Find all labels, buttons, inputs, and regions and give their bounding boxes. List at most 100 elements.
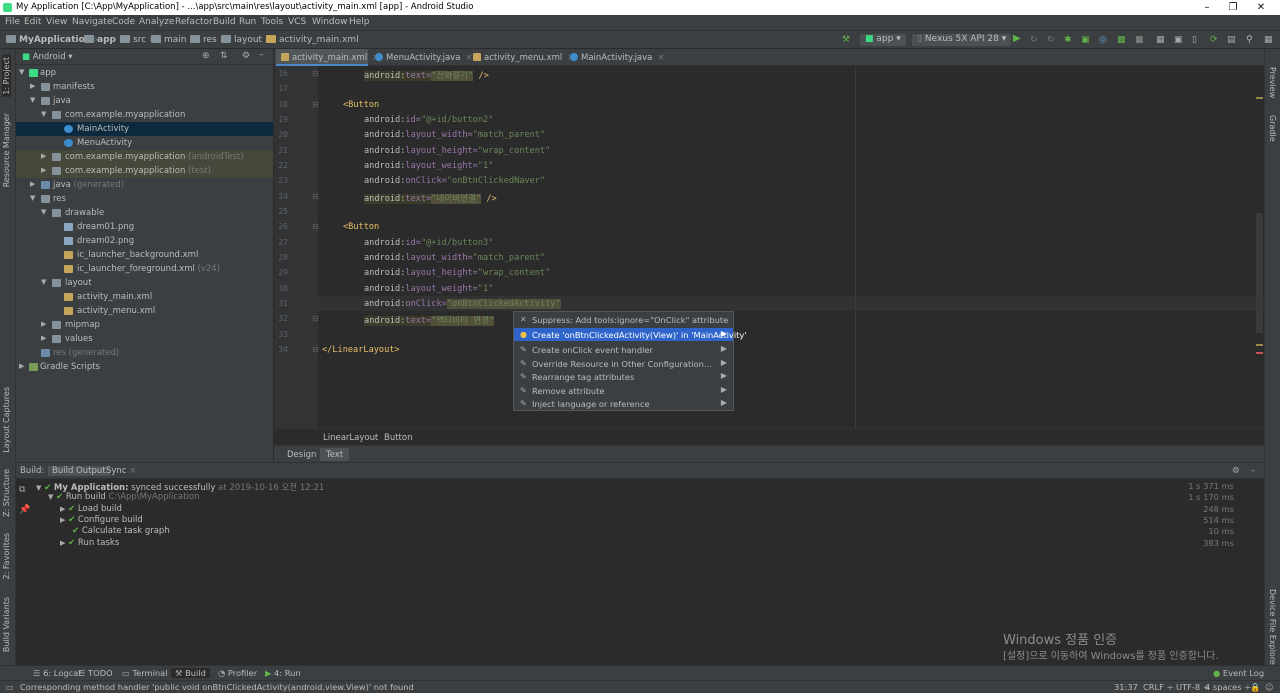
favorites-tab[interactable]: 2: Favorites	[2, 533, 11, 579]
close-icon[interactable]: ✕	[1248, 1, 1274, 14]
build-variants-tab[interactable]: Build Variants	[2, 597, 11, 652]
breadcrumb-src[interactable]: src ›	[120, 35, 153, 45]
editor-scrollbar[interactable]	[1256, 213, 1263, 333]
restore-icon[interactable]: ❐	[1220, 1, 1246, 14]
build-row-run-tasks[interactable]: ▶ ✔ Run tasks 383 ms	[60, 538, 1246, 550]
breadcrumb-main[interactable]: main ›	[151, 35, 193, 45]
tree-item-dream01[interactable]: dream01.png	[16, 220, 273, 234]
hide-icon[interactable]: –	[1251, 466, 1255, 476]
tool-build[interactable]: ⚒ Build	[171, 668, 210, 678]
gradle-tab[interactable]: Gradle	[1268, 115, 1277, 142]
search-icon[interactable]: ⚲	[1246, 35, 1253, 45]
popup-item-rearrange[interactable]: ✎ Rearrange tag attributes ▶	[514, 370, 733, 383]
breadcrumb-app[interactable]: app ›	[84, 35, 122, 45]
tab-menuactivity-java[interactable]: MenuActivity.java ×	[375, 49, 473, 66]
apply-changes-icon[interactable]: ↻	[1030, 35, 1038, 45]
tool-logcat[interactable]: ☰ 6: Logcat	[33, 668, 82, 678]
tree-item-app[interactable]: ▼ app	[16, 66, 273, 80]
breadcrumb-linearlayout[interactable]: LinearLayout	[323, 433, 378, 443]
tree-item-activity-main[interactable]: activity_main.xml	[16, 290, 273, 304]
tool-todo[interactable]: ☰ TODO	[78, 668, 113, 678]
popup-item-override-resource[interactable]: ✎ Override Resource in Other Configuratio…	[514, 357, 733, 370]
tree-item-ic-launcher-background[interactable]: ic_launcher_background.xml	[16, 248, 273, 262]
tool-event-log[interactable]: ● Event Log	[1213, 668, 1264, 678]
apply-code-icon[interactable]: ↻	[1047, 35, 1055, 45]
popup-item-remove-attribute[interactable]: ✎ Remove attribute ▶	[514, 384, 733, 397]
structure-tab[interactable]: Z: Structure	[2, 469, 11, 517]
menu-run[interactable]: Run	[239, 17, 256, 27]
menu-window[interactable]: Window	[312, 17, 348, 27]
menu-help[interactable]: Help	[349, 17, 370, 27]
breadcrumb-file[interactable]: activity_main.xml	[266, 35, 359, 45]
indent-setting[interactable]: 4 spaces ÷	[1205, 682, 1251, 692]
menu-code[interactable]: Code	[112, 17, 135, 27]
menu-analyze[interactable]: Analyze	[139, 17, 174, 27]
build-row-run-build[interactable]: ▼ ✔ Run build C:\App\MyApplication 1 s 1…	[48, 492, 1246, 504]
build-row-task-graph[interactable]: ✔ Calculate task graph 10 ms	[72, 526, 1246, 538]
tree-item-ic-launcher-foreground[interactable]: ic_launcher_foreground.xml (v24)	[16, 262, 273, 276]
breadcrumb-button[interactable]: Button	[384, 433, 412, 443]
menu-build[interactable]: Build	[213, 17, 236, 27]
resource-manager-tab[interactable]: Resource Manager	[2, 113, 11, 187]
avd-manager-icon[interactable]: ▯	[1192, 35, 1197, 45]
attach-debugger-icon[interactable]: ◎	[1099, 35, 1107, 45]
sync-icon[interactable]: ▩	[1117, 35, 1126, 45]
menu-view[interactable]: View	[46, 17, 67, 27]
locate-icon[interactable]: ⊕	[202, 51, 210, 61]
tree-item-res[interactable]: ▼ res	[16, 192, 273, 206]
restart-icon[interactable]: ⧉	[19, 485, 25, 495]
collapse-icon[interactable]: ⇅	[220, 51, 228, 61]
debug-icon[interactable]: ✱	[1064, 35, 1072, 45]
tab-build-output[interactable]: Build Output	[48, 466, 110, 476]
tab-mainactivity-java[interactable]: MainActivity.java ×	[570, 49, 665, 66]
tab-activity-main[interactable]: activity_main.xml×	[276, 49, 379, 66]
tree-item-mipmap[interactable]: ▶ mipmap	[16, 318, 273, 332]
line-separator[interactable]: CRLF ÷	[1143, 682, 1174, 692]
popup-item-create-method[interactable]: ● Create 'onBtnClickedActivity(View)' in …	[514, 328, 747, 341]
layout-captures-tab[interactable]: Layout Captures	[2, 387, 11, 453]
hammer-icon[interactable]: ⚒	[842, 35, 850, 45]
caret-position[interactable]: 31:37	[1114, 682, 1138, 692]
pin-icon[interactable]: 📌	[19, 505, 30, 515]
tree-item-res-generated[interactable]: res (generated)	[16, 346, 273, 360]
preview-tab[interactable]: Preview	[1268, 67, 1277, 98]
tree-item-activity-menu[interactable]: activity_menu.xml	[16, 304, 273, 318]
tree-item-mainactivity[interactable]: MainActivity	[16, 122, 273, 136]
gear-icon[interactable]: ⚙	[1232, 466, 1240, 476]
close-tab-icon[interactable]: ×	[465, 53, 472, 63]
tree-item-menuactivity[interactable]: MenuActivity	[16, 136, 273, 150]
stop-icon[interactable]: ■	[1135, 35, 1144, 45]
project-view-select[interactable]: ■ Android ▾	[22, 52, 73, 62]
code-editor[interactable]: android:text="전화걸기" /> <Button android:i…	[318, 66, 1264, 428]
popup-item-suppress[interactable]: ✕ Suppress: Add tools:ignore="OnClick" at…	[514, 313, 733, 326]
inspector-icon[interactable]: ☺	[1265, 682, 1274, 692]
tree-item-package[interactable]: ▼ com.example.myapplication	[16, 108, 273, 122]
close-tab-icon[interactable]: ×	[657, 53, 664, 63]
profile-icon[interactable]: ▣	[1081, 35, 1090, 45]
tree-item-drawable[interactable]: ▼ drawable	[16, 206, 273, 220]
breadcrumb-res[interactable]: res ›	[190, 35, 223, 45]
sdk-manager-icon[interactable]: ▣	[1174, 35, 1183, 45]
tree-item-layout[interactable]: ▼ layout	[16, 276, 273, 290]
breadcrumb-layout[interactable]: layout ›	[221, 35, 269, 45]
project-tool-tab[interactable]: 1: Project	[2, 55, 11, 97]
menu-vcs[interactable]: VCS	[288, 17, 306, 27]
gradle-sync-icon[interactable]: ⟳	[1210, 35, 1218, 45]
gear-icon[interactable]: ⚙	[242, 51, 250, 61]
tool-profiler[interactable]: ◔ Profiler	[218, 668, 257, 678]
tool-run[interactable]: ▶ 4: Run	[265, 668, 301, 678]
tree-item-manifests[interactable]: ▶ manifests	[16, 80, 273, 94]
minimize-icon[interactable]: –	[1194, 1, 1220, 14]
tree-item-dream02[interactable]: dream02.png	[16, 234, 273, 248]
tree-item-package-test[interactable]: ▶ com.example.myapplication (test)	[16, 164, 273, 178]
device-file-explorer-tab[interactable]: Device File Explorer	[1268, 589, 1277, 668]
tree-item-java-generated[interactable]: ▶ java (generated)	[16, 178, 273, 192]
popup-item-inject-language[interactable]: ✎ Inject language or reference ▶	[514, 397, 733, 410]
popup-item-create-onclick[interactable]: ✎ Create onClick event handler ▶	[514, 343, 733, 356]
run-icon[interactable]: ▶	[1013, 33, 1021, 44]
tab-activity-menu[interactable]: activity_menu.xml×	[473, 49, 574, 66]
tree-item-java[interactable]: ▼ java	[16, 94, 273, 108]
menu-refactor[interactable]: Refactor	[175, 17, 213, 27]
tree-item-values[interactable]: ▶ values	[16, 332, 273, 346]
project-structure-icon[interactable]: ▦	[1156, 35, 1165, 45]
